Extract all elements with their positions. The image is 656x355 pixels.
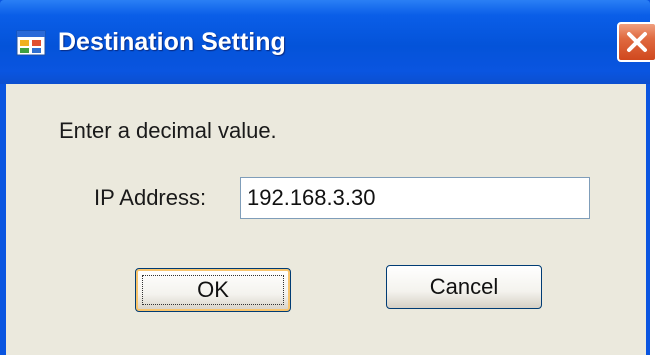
ok-button[interactable]: OK [135, 268, 291, 312]
close-button[interactable] [617, 22, 656, 62]
cancel-button[interactable]: Cancel [386, 265, 542, 309]
close-icon [627, 32, 647, 52]
instruction-text: Enter a decimal value. [59, 118, 277, 143]
window-title: Destination Setting [58, 28, 286, 56]
focus-rectangle [142, 275, 284, 305]
ip-address-input[interactable] [240, 177, 590, 219]
cancel-button-label: Cancel [429, 274, 499, 299]
title-bar[interactable]: Destination Setting [0, 0, 650, 84]
app-window-icon [16, 30, 46, 56]
ip-address-label: IP Address: [94, 185, 207, 210]
